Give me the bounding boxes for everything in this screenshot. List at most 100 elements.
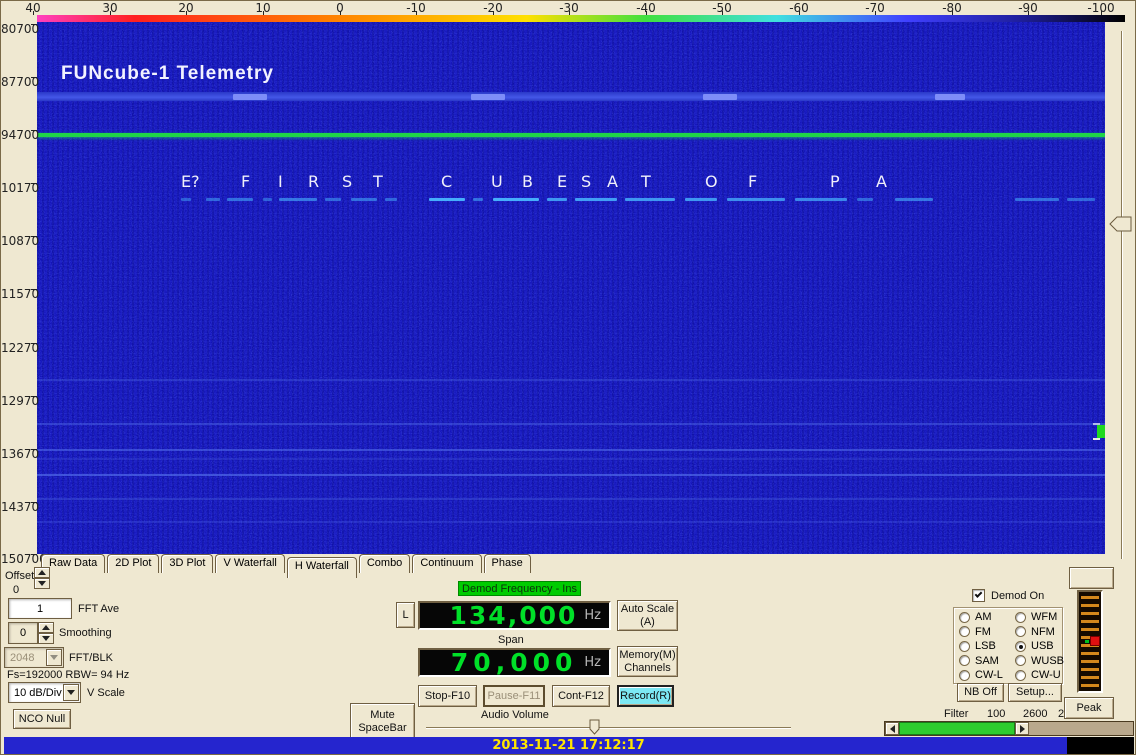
offset-spinner[interactable]	[34, 567, 50, 589]
mode-label: FM	[975, 625, 991, 638]
radio-icon[interactable]	[1015, 626, 1026, 637]
morse-character: A	[876, 172, 887, 191]
lock-button[interactable]: L	[396, 602, 415, 628]
morse-character: E?	[181, 172, 200, 191]
radio-icon[interactable]	[1015, 655, 1026, 666]
fftblk-dropdown-icon[interactable]	[46, 649, 62, 666]
radio-icon[interactable]	[1015, 640, 1026, 652]
radio-icon[interactable]	[959, 655, 970, 666]
mode-label: CW-U	[1031, 669, 1061, 681]
time-axis-tick	[31, 24, 37, 25]
faint-signal-line	[37, 521, 1105, 523]
morse-trace-segment	[473, 198, 483, 201]
vscale-dropdown-icon[interactable]	[63, 684, 79, 701]
scroll-left-icon[interactable]	[885, 722, 899, 735]
span-display[interactable]: 70,000 Hz	[418, 648, 611, 677]
demod-frequency-value: 134,000	[449, 601, 578, 630]
tab-2d-plot[interactable]: 2D Plot	[107, 554, 160, 573]
smoothing-down-icon[interactable]	[38, 633, 54, 644]
morse-character: O	[705, 172, 718, 191]
morse-trace-segment	[575, 198, 617, 201]
tab-raw-data[interactable]: Raw Data	[41, 554, 106, 573]
morse-trace-segment	[206, 198, 220, 201]
fftblk-combo[interactable]: 2048	[4, 647, 64, 668]
signal-band-dash	[233, 94, 267, 100]
record-button[interactable]: Record(R)	[617, 685, 674, 707]
vscale-value: 10 dB/Div	[14, 686, 62, 699]
mode-option-nfm[interactable]: NFM	[1015, 626, 1055, 638]
meter-tick	[1081, 604, 1099, 607]
tab-phase[interactable]: Phase	[483, 554, 531, 573]
scrollbar-thumb[interactable]	[899, 722, 1015, 735]
faint-signal-line	[37, 458, 1105, 460]
mode-option-wusb[interactable]: WUSB	[1015, 655, 1064, 667]
auto-scale-line1: Auto Scale	[620, 602, 675, 615]
demod-frequency-display[interactable]: 134,000 Hz	[418, 601, 611, 630]
mute-line2: SpaceBar	[358, 721, 407, 734]
mode-option-sam[interactable]: SAM	[959, 655, 999, 667]
smoothing-up-icon[interactable]	[38, 622, 54, 633]
faint-signal-line	[37, 449, 1105, 451]
scrollbar-track[interactable]	[1029, 722, 1133, 735]
tab-combo[interactable]: Combo	[358, 554, 411, 573]
morse-trace-segment	[227, 198, 253, 201]
pause-button[interactable]: Pause-F11	[483, 685, 545, 707]
vscale-combo[interactable]: 10 dB/Div	[8, 682, 81, 703]
tab-continuum[interactable]: Continuum	[412, 554, 482, 573]
morse-character: R	[308, 172, 320, 191]
vertical-slider-track[interactable]	[1121, 31, 1123, 559]
status-bar: 2013-11-21 17:12:17	[4, 737, 1067, 754]
mute-button[interactable]: Mute SpaceBar	[350, 703, 415, 740]
mode-option-cw-l[interactable]: CW-L	[959, 669, 1003, 681]
demod-frequency-caption: Demod Frequency - Ins	[458, 581, 581, 596]
memory-channels-button[interactable]: Memory(M) Channels	[617, 646, 678, 677]
offset-up-icon[interactable]	[34, 567, 50, 578]
mode-label: NFM	[1031, 625, 1055, 638]
radio-icon[interactable]	[959, 611, 970, 623]
radio-icon[interactable]	[959, 669, 970, 681]
audio-volume-thumb[interactable]	[589, 719, 601, 736]
morse-trace-segment	[325, 198, 341, 201]
mode-label: USB	[1031, 640, 1054, 652]
meter-tick	[1081, 652, 1099, 655]
morse-trace-segment	[181, 198, 191, 201]
setup-button[interactable]: Setup...	[1008, 683, 1062, 702]
radio-icon[interactable]	[959, 626, 970, 637]
radio-icon[interactable]	[959, 640, 970, 652]
nco-null-button[interactable]: NCO Null	[13, 709, 71, 729]
nb-off-button[interactable]: NB Off	[957, 683, 1004, 702]
mode-label: SAM	[975, 654, 999, 667]
filter-label: Filter	[944, 708, 969, 720]
mode-label: LSB	[975, 640, 996, 652]
mode-option-wfm[interactable]: WFM	[1015, 611, 1057, 623]
mode-option-cw-u[interactable]: CW-U	[1015, 669, 1061, 681]
auto-scale-line2: (A)	[640, 615, 655, 628]
mode-option-am[interactable]: AM	[959, 611, 992, 623]
auto-scale-button[interactable]: Auto Scale (A)	[617, 600, 678, 631]
morse-trace-segment	[895, 198, 933, 201]
offset-down-icon[interactable]	[34, 578, 50, 589]
vertical-slider-thumb[interactable]	[1109, 216, 1132, 232]
smoothing-spinner[interactable]	[38, 622, 54, 644]
peak-button[interactable]: Peak	[1064, 697, 1114, 719]
tab-3d-plot[interactable]: 3D Plot	[161, 554, 214, 573]
cont-button[interactable]: Cont-F12	[552, 685, 610, 707]
fft-ave-input[interactable]: 1	[8, 598, 72, 619]
waterfall-display[interactable]: FUNcube-1 Telemetry E? F I R S T C U B E S A T O F P A	[37, 22, 1105, 554]
mode-option-lsb[interactable]: LSB	[959, 640, 996, 652]
audio-volume-track[interactable]	[426, 727, 791, 729]
blank-button[interactable]	[1069, 567, 1114, 589]
horizontal-scrollbar[interactable]	[884, 721, 1134, 736]
mode-option-usb[interactable]: USB	[1015, 640, 1054, 652]
scroll-right-icon[interactable]	[1015, 722, 1029, 735]
tab-h-waterfall[interactable]: H Waterfall	[286, 557, 357, 578]
radio-icon[interactable]	[1015, 669, 1026, 681]
demod-on-checkbox[interactable]	[972, 589, 985, 602]
smoothing-input[interactable]: 0	[8, 622, 38, 644]
meter-tick	[1081, 676, 1099, 679]
stop-button[interactable]: Stop-F10	[418, 685, 477, 707]
mode-option-fm[interactable]: FM	[959, 626, 991, 638]
morse-trace-segment	[685, 198, 717, 201]
radio-icon[interactable]	[1015, 611, 1026, 623]
tab-v-waterfall[interactable]: V Waterfall	[215, 554, 285, 573]
